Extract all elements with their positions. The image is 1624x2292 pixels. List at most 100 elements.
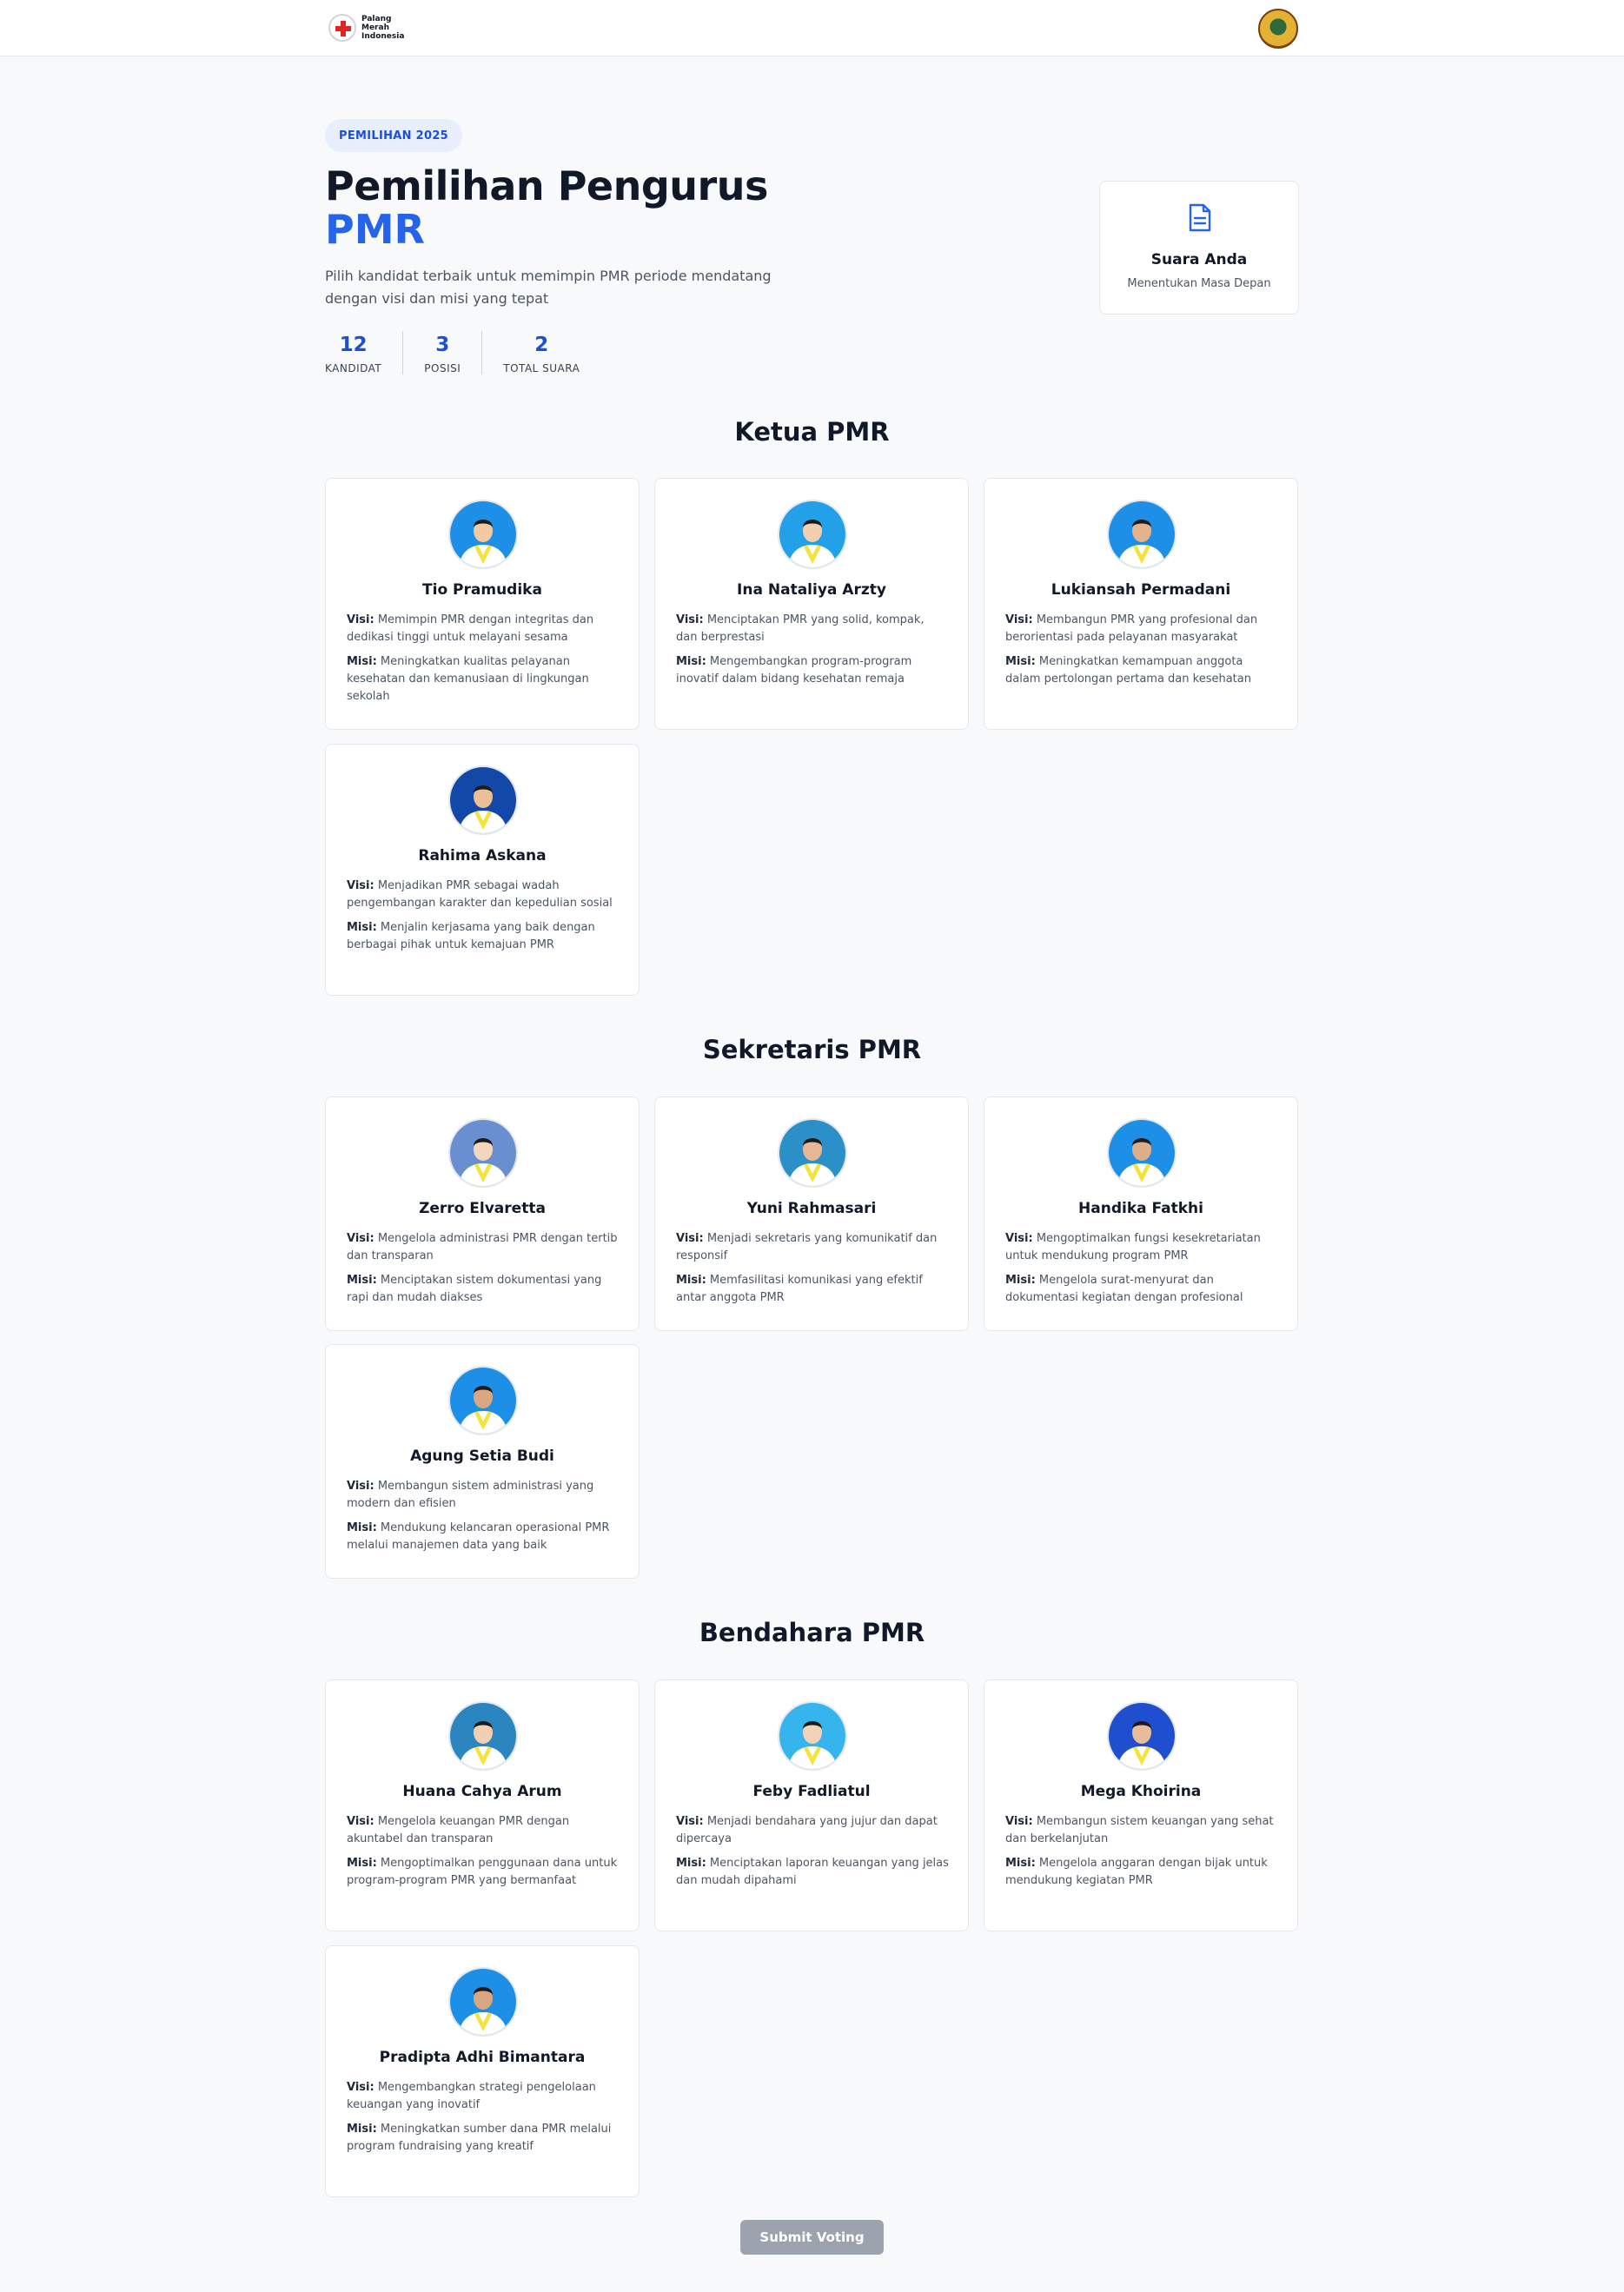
- candidate-misi: Misi: Mengoptimalkan penggunaan dana unt…: [347, 1857, 618, 1887]
- candidate-name: Tio Pramudika: [422, 581, 542, 599]
- submit-voting-button[interactable]: Submit Voting: [740, 2220, 884, 2255]
- candidate-misi: Misi: Menciptakan laporan keuangan yang …: [676, 1857, 949, 1887]
- visi-label: Visi:: [1005, 1815, 1033, 1828]
- candidate-visi: Visi: Menjadikan PMR sebagai wadah penge…: [347, 879, 613, 910]
- misi-label: Misi:: [347, 2123, 377, 2136]
- candidate-vision-mission: Visi: Mengembangkan strategi pengelolaan…: [347, 2079, 620, 2163]
- candidate-visi: Visi: Menciptakan PMR yang solid, kompak…: [676, 613, 925, 644]
- page-title-highlight: PMR: [325, 206, 425, 253]
- candidate-vision-mission: Visi: Membangun sistem administrasi yang…: [347, 1478, 620, 1561]
- candidate-avatar: [778, 1701, 847, 1771]
- misi-label: Misi:: [676, 655, 706, 668]
- candidate-card[interactable]: Ina Nataliya Arzty Visi: Menciptakan PMR …: [654, 478, 969, 730]
- misi-label: Misi:: [347, 1274, 377, 1287]
- candidate-name: Rahima Askana: [418, 847, 547, 864]
- candidate-name: Pradipta Adhi Bimantara: [379, 2049, 586, 2066]
- visi-label: Visi:: [347, 1480, 375, 1493]
- candidate-card[interactable]: Yuni Rahmasari Visi: Menjadi sekretaris y…: [654, 1096, 969, 1331]
- candidate-card[interactable]: Agung Setia Budi Visi: Membangun sistem a…: [325, 1344, 640, 1579]
- candidate-card[interactable]: Tio Pramudika Visi: Memimpin PMR dengan i…: [325, 478, 640, 730]
- candidate-name: Agung Setia Budi: [410, 1447, 554, 1465]
- stat-candidates: 12 KANDIDAT: [325, 334, 382, 374]
- candidate-avatar: [1107, 500, 1177, 569]
- candidate-avatar: [448, 765, 518, 835]
- candidate-name: Mega Khoirina: [1080, 1783, 1202, 1800]
- candidate-avatar: [448, 1366, 518, 1435]
- candidate-misi: Misi: Mendukung kelancaran operasional P…: [347, 1521, 610, 1552]
- visi-label: Visi:: [1005, 613, 1033, 626]
- misi-label: Misi:: [1005, 1274, 1036, 1287]
- pmi-logo-text: Palang Merah Indonesia: [361, 15, 405, 41]
- candidate-name: Lukiansah Permadani: [1051, 581, 1231, 599]
- candidate-misi: Misi: Meningkatkan kemampuan anggota dal…: [1005, 655, 1251, 686]
- candidate-visi: Visi: Membangun sistem keuangan yang seh…: [1005, 1815, 1274, 1845]
- misi-label: Misi:: [347, 1521, 377, 1534]
- candidate-card[interactable]: Rahima Askana Visi: Menjadikan PMR sebaga…: [325, 744, 640, 996]
- document-icon: [1189, 203, 1211, 232]
- stat-positions: 3 POSISI: [402, 331, 481, 374]
- visi-label: Visi:: [676, 1815, 704, 1828]
- candidate-avatar: [778, 500, 847, 569]
- candidate-misi: Misi: Memfasilitasi komunikasi yang efek…: [676, 1274, 923, 1304]
- visi-label: Visi:: [347, 613, 375, 626]
- candidate-card[interactable]: Mega Khoirina Visi: Membangun sistem keua…: [984, 1679, 1298, 1931]
- misi-label: Misi:: [1005, 1857, 1036, 1870]
- candidate-vision-mission: Visi: Menjadikan PMR sebagai wadah penge…: [347, 878, 620, 961]
- candidate-card[interactable]: Pradipta Adhi Bimantara Visi: Mengembangk…: [325, 1945, 640, 2197]
- candidate-avatar: [1107, 1118, 1177, 1188]
- your-vote-card: Suara Anda Menentukan Masa Depan: [1099, 181, 1299, 315]
- candidate-vision-mission: Visi: Membangun sistem keuangan yang seh…: [1005, 1813, 1278, 1897]
- candidate-misi: Misi: Meningkatkan sumber dana PMR melal…: [347, 2123, 612, 2153]
- election-stats: 12 KANDIDAT 3 POSISI 2 TOTAL SUARA: [325, 331, 600, 374]
- candidate-card[interactable]: Zerro Elvaretta Visi: Mengelola administr…: [325, 1096, 640, 1331]
- candidate-name: Feby Fadliatul: [752, 1783, 871, 1800]
- candidate-visi: Visi: Membangun sistem administrasi yang…: [347, 1480, 594, 1510]
- candidate-avatar: [778, 1118, 847, 1188]
- section-title-bendahara: Bendahara PMR: [699, 1618, 925, 1647]
- candidate-visi: Visi: Memimpin PMR dengan integritas dan…: [347, 613, 594, 644]
- candidate-vision-mission: Visi: Menciptakan PMR yang solid, kompak…: [676, 612, 949, 695]
- misi-label: Misi:: [347, 655, 377, 668]
- candidate-misi: Misi: Mengembangkan program-program inov…: [676, 655, 912, 686]
- visi-label: Visi:: [1005, 1232, 1033, 1245]
- candidate-name: Handika Fatkhi: [1078, 1200, 1203, 1217]
- misi-label: Misi:: [676, 1857, 706, 1870]
- candidate-avatar: [448, 500, 518, 569]
- regional-crest-icon: [1258, 9, 1298, 49]
- candidate-card[interactable]: Huana Cahya Arum Visi: Mengelola keuangan…: [325, 1679, 640, 1931]
- misi-label: Misi:: [347, 1857, 377, 1870]
- candidate-card[interactable]: Lukiansah Permadani Visi: Membangun PMR y…: [984, 478, 1298, 730]
- red-cross-icon: [328, 14, 356, 42]
- candidate-visi: Visi: Menjadi sekretaris yang komunikati…: [676, 1232, 938, 1262]
- stat-total-votes: 2 TOTAL SUARA: [481, 331, 600, 374]
- visi-label: Visi:: [347, 879, 375, 892]
- section-title-ketua: Ketua PMR: [734, 417, 890, 447]
- candidate-misi: Misi: Menciptakan sistem dokumentasi yan…: [347, 1274, 602, 1304]
- candidate-vision-mission: Visi: Menjadi sekretaris yang komunikati…: [676, 1230, 949, 1314]
- visi-label: Visi:: [676, 613, 704, 626]
- candidate-vision-mission: Visi: Mengoptimalkan fungsi kesekretaria…: [1005, 1230, 1278, 1314]
- top-navigation-bar: Palang Merah Indonesia: [0, 0, 1624, 56]
- candidate-visi: Visi: Mengelola administrasi PMR dengan …: [347, 1232, 618, 1262]
- candidate-visi: Visi: Membangun PMR yang profesional dan…: [1005, 613, 1258, 644]
- candidate-avatar: [448, 1701, 518, 1771]
- visi-label: Visi:: [347, 2081, 375, 2094]
- candidate-misi: Misi: Meningkatkan kualitas pelayanan ke…: [347, 655, 589, 703]
- page-description: Pilih kandidat terbaik untuk memimpin PM…: [325, 268, 772, 307]
- visi-label: Visi:: [347, 1815, 375, 1828]
- misi-label: Misi:: [1005, 655, 1036, 668]
- candidate-avatar: [448, 1967, 518, 2037]
- candidate-visi: Visi: Mengelola keuangan PMR dengan akun…: [347, 1815, 570, 1845]
- candidate-avatar: [448, 1118, 518, 1188]
- pmi-logo[interactable]: Palang Merah Indonesia: [328, 14, 404, 42]
- candidate-visi: Visi: Menjadi bendahara yang jujur dan d…: [676, 1815, 938, 1845]
- vote-card-subtitle: Menentukan Masa Depan: [1127, 277, 1271, 290]
- candidate-card[interactable]: Handika Fatkhi Visi: Mengoptimalkan fungs…: [984, 1096, 1298, 1331]
- candidate-name: Zerro Elvaretta: [419, 1200, 546, 1217]
- candidate-misi: Misi: Mengelola anggaran dengan bijak un…: [1005, 1857, 1268, 1887]
- vote-card-title: Suara Anda: [1150, 251, 1248, 268]
- candidate-vision-mission: Visi: Menjadi bendahara yang jujur dan d…: [676, 1813, 949, 1897]
- candidate-card[interactable]: Feby Fadliatul Visi: Menjadi bendahara ya…: [654, 1679, 969, 1931]
- candidate-vision-mission: Visi: Membangun PMR yang profesional dan…: [1005, 612, 1278, 695]
- candidate-name: Yuni Rahmasari: [746, 1200, 877, 1217]
